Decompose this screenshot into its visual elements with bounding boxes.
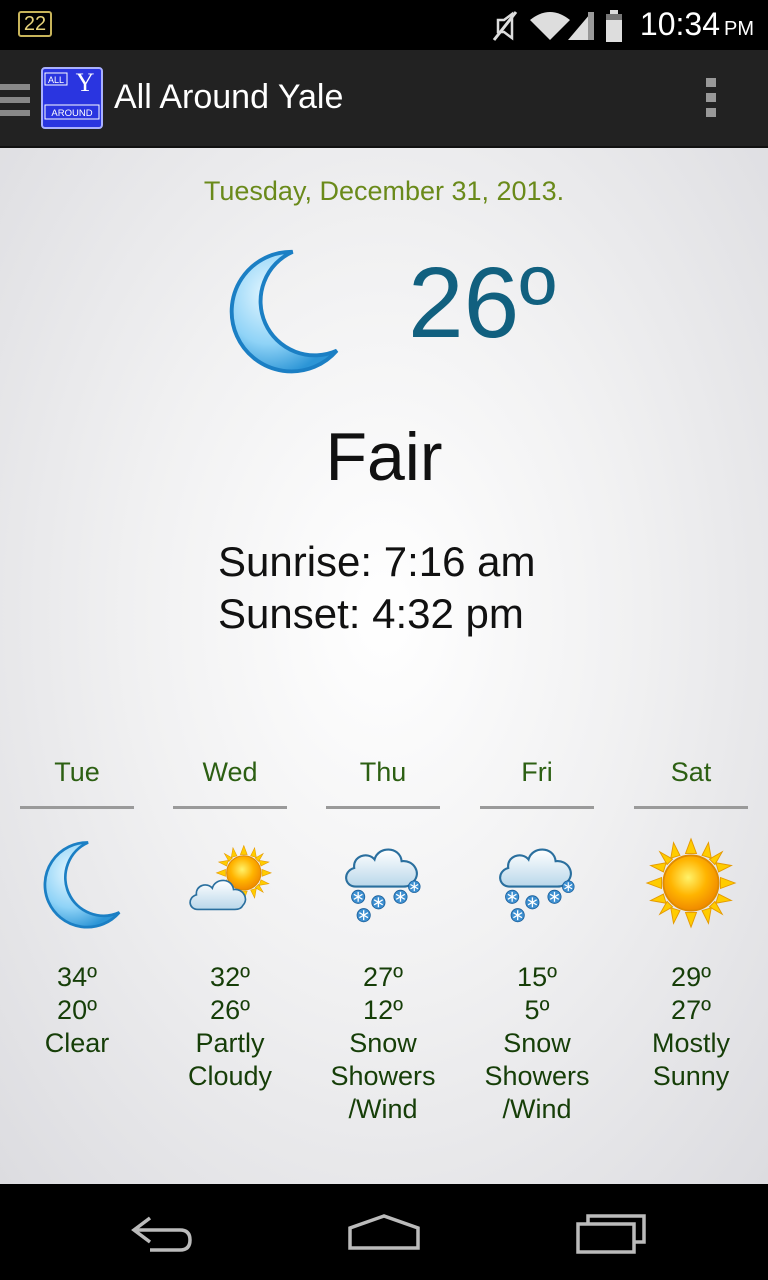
status-bar: 22 10:34 PM [0, 0, 768, 50]
moon-icon [212, 244, 342, 374]
forecast-condition: Clear [44, 1028, 110, 1058]
status-time: 10:34 [639, 6, 720, 42]
forecast-day-name: Thu [359, 757, 407, 787]
app-bar: ALL Y AROUND All Around Yale [0, 50, 768, 148]
forecast-high: 32º [210, 962, 250, 992]
forecast-high: 34º [57, 962, 97, 992]
yale-logo-icon: ALL Y AROUND [44, 68, 100, 120]
forecast-day-name: Wed [202, 757, 258, 787]
forecast-day: Sat 29º 27º Mostly Sunny [634, 754, 748, 1093]
forecast-day: Tue 34º 20º Clear [20, 754, 134, 1060]
forecast-high: 27º [363, 962, 403, 992]
back-icon[interactable] [120, 1208, 200, 1258]
app-logo[interactable]: ALL Y AROUND [41, 67, 103, 129]
forecast-condition: Snow [349, 1028, 417, 1058]
partly-cloudy-icon [184, 837, 276, 929]
snow-showers-icon [491, 837, 583, 929]
status-icons [492, 10, 622, 42]
notification-badge: 22 [18, 11, 52, 37]
forecast-low: 20º [57, 995, 97, 1025]
forecast-day-name: Sat [670, 757, 712, 787]
current-temperature: 26º [408, 247, 556, 359]
divider [634, 806, 748, 809]
forecast-condition: Cloudy [187, 1061, 273, 1091]
status-clock: 10:34 PM [640, 6, 754, 43]
recent-apps-icon[interactable] [572, 1208, 652, 1258]
forecast-day-name: Tue [54, 757, 100, 787]
forecast-high: 15º [517, 962, 557, 992]
logo-letter: Y [76, 69, 95, 97]
snow-showers-icon [337, 837, 429, 929]
forecast-condition: Sunny [652, 1061, 730, 1091]
moon-icon [31, 837, 123, 929]
divider [480, 806, 594, 809]
divider [173, 806, 287, 809]
forecast-condition: /Wind [348, 1094, 418, 1124]
weather-content: Tuesday, December 31, 2013. 26º Fair Sun… [0, 148, 768, 1184]
forecast-day-name: Fri [521, 757, 553, 787]
forecast-condition: Mostly [651, 1028, 730, 1058]
forecast-low: 27º [671, 995, 711, 1025]
divider [20, 806, 134, 809]
forecast-high: 29º [671, 962, 711, 992]
sun-icon [645, 837, 737, 929]
forecast-low: 26º [210, 995, 250, 1025]
app-title: All Around Yale [114, 78, 344, 116]
forecast-condition: Partly [195, 1028, 265, 1058]
status-ampm: PM [724, 18, 754, 40]
forecast-day: Fri 15º 5º Snow Showers /Wind [480, 754, 594, 1126]
hamburger-menu-icon[interactable] [0, 80, 32, 120]
navigation-bar [0, 1184, 768, 1280]
home-icon[interactable] [344, 1208, 424, 1258]
wifi-icon [530, 12, 570, 40]
overflow-menu-icon[interactable] [700, 76, 724, 120]
forecast-condition: Showers [330, 1061, 436, 1091]
battery-icon [606, 10, 622, 42]
forecast-low: 5º [524, 995, 550, 1025]
mute-icon [492, 11, 518, 41]
signal-icon [568, 12, 594, 40]
forecast-low: 12º [363, 995, 403, 1025]
sunrise-label: Sunrise: 7:16 am [218, 538, 536, 585]
current-condition: Fair [325, 419, 443, 495]
logo-text-top: ALL [48, 75, 64, 85]
sunset-label: Sunset: 4:32 pm [218, 590, 524, 637]
date-label: Tuesday, December 31, 2013. [203, 176, 565, 206]
divider [326, 806, 440, 809]
forecast-condition: Snow [503, 1028, 571, 1058]
forecast-day: Thu 27º 12º Snow Showers /Wind [326, 754, 440, 1126]
forecast-condition: Showers [484, 1061, 590, 1091]
logo-text-bottom: AROUND [51, 108, 92, 119]
forecast-day: Wed 32º 26º Partly Cloudy [173, 754, 287, 1093]
forecast-condition: /Wind [502, 1094, 572, 1124]
